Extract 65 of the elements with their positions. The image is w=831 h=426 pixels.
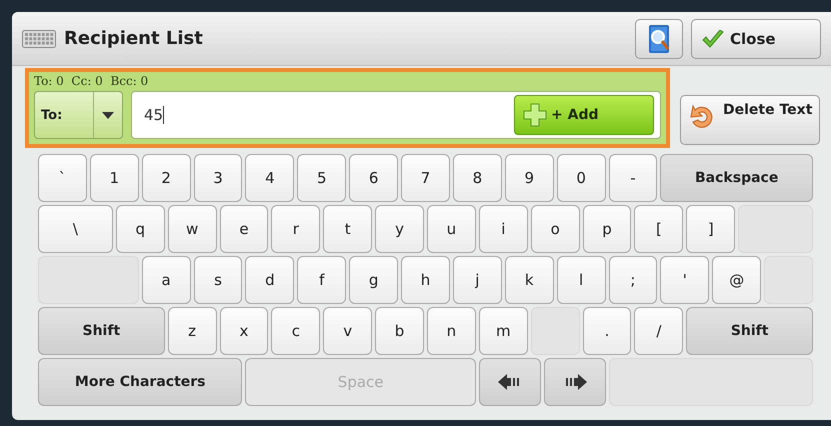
keyboard-key[interactable]: n xyxy=(426,307,476,355)
keyboard-key[interactable]: u xyxy=(426,205,476,253)
keyboard-key[interactable]: s xyxy=(194,256,242,304)
keyboard-key[interactable]: ` xyxy=(38,154,87,202)
keyboard-key[interactable]: k xyxy=(504,256,554,304)
keyboard-key[interactable]: More Characters xyxy=(38,358,242,406)
close-button[interactable]: Close xyxy=(691,18,821,58)
keyboard-key[interactable]: ' xyxy=(660,256,710,304)
keyboard-key[interactable]: t xyxy=(323,205,372,253)
keyboard-key[interactable]: i xyxy=(478,205,528,253)
keyboard-key[interactable]: q xyxy=(116,205,165,253)
keyboard-key[interactable]: [ xyxy=(634,205,684,253)
add-button[interactable]: + Add xyxy=(514,95,654,135)
keyboard-key[interactable]: h xyxy=(401,256,450,304)
keyboard-key[interactable]: Shift xyxy=(686,307,813,355)
keyboard-key[interactable]: y xyxy=(375,205,424,253)
keyboard-key[interactable]: 1 xyxy=(90,154,139,202)
recipient-type-dropdown[interactable]: To: xyxy=(34,91,123,139)
keyboard-key[interactable]: ] xyxy=(686,205,736,253)
cursor-right-key[interactable] xyxy=(544,358,606,406)
keyboard-key[interactable]: z xyxy=(168,307,217,355)
cursor-left-key[interactable] xyxy=(478,358,541,406)
keyboard-key[interactable]: 5 xyxy=(297,154,346,202)
keyboard-key[interactable]: l xyxy=(556,256,606,304)
address-input-field[interactable]: 45 + Add xyxy=(131,91,661,139)
address-book-button[interactable] xyxy=(635,18,683,58)
keyboard-key[interactable]: a xyxy=(142,256,191,304)
plus-icon xyxy=(523,103,547,127)
keyboard-key[interactable]: \ xyxy=(38,205,113,253)
keyboard-key[interactable]: j xyxy=(452,256,502,304)
keyboard-key[interactable]: 7 xyxy=(401,154,450,202)
book-search-icon xyxy=(646,24,672,54)
keyboard-key[interactable]: . xyxy=(582,307,632,355)
keyboard-key[interactable]: o xyxy=(530,205,580,253)
keyboard-key[interactable]: Backspace xyxy=(660,154,813,202)
keyboard-key[interactable]: / xyxy=(634,307,684,355)
keyboard-key[interactable]: p xyxy=(582,205,632,253)
keyboard-key[interactable]: f xyxy=(297,256,346,304)
keyboard-key[interactable]: c xyxy=(271,307,320,355)
keyboard-key[interactable]: 2 xyxy=(142,154,191,202)
keyboard-key[interactable]: @ xyxy=(712,256,762,304)
keyboard-icon xyxy=(22,30,56,48)
keyboard-key[interactable]: m xyxy=(478,307,528,355)
keyboard-key[interactable]: w xyxy=(168,205,217,253)
keyboard-key[interactable]: r xyxy=(271,205,320,253)
keyboard-key[interactable]: 8 xyxy=(452,154,502,202)
keyboard-key[interactable]: 0 xyxy=(556,154,606,202)
check-icon xyxy=(702,30,724,48)
keyboard-key[interactable]: x xyxy=(220,307,268,355)
keyboard-key[interactable]: 3 xyxy=(194,154,242,202)
delete-text-button[interactable]: Delete Text xyxy=(680,95,820,145)
keyboard-key[interactable]: d xyxy=(245,256,294,304)
keyboard-key[interactable]: Shift xyxy=(38,307,165,355)
keyboard-key[interactable]: v xyxy=(323,307,372,355)
keyboard-key[interactable]: e xyxy=(220,205,268,253)
caret-icon xyxy=(102,112,114,118)
keyboard-key[interactable]: g xyxy=(349,256,398,304)
recipient-counts: To: 0 Cc: 0 Bcc: 0 xyxy=(34,74,150,88)
keyboard-key[interactable]: b xyxy=(375,307,424,355)
window-title: Recipient List xyxy=(64,28,204,49)
keyboard-key[interactable]: - xyxy=(608,154,658,202)
keyboard-key[interactable]: 6 xyxy=(349,154,398,202)
keyboard-key[interactable]: 4 xyxy=(245,154,294,202)
keyboard-key[interactable]: 9 xyxy=(504,154,554,202)
keyboard-key[interactable]: ; xyxy=(608,256,658,304)
